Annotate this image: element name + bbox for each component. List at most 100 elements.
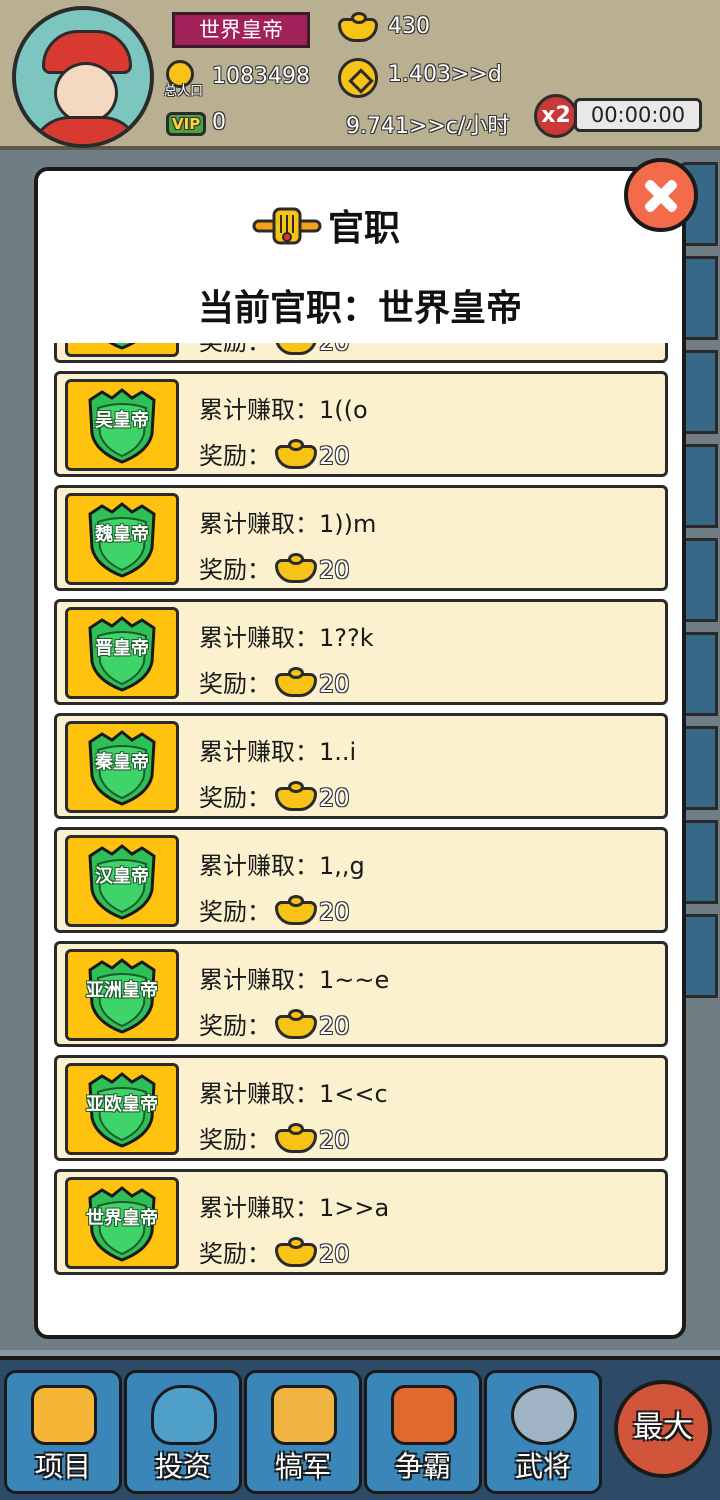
- rank-name: 世界皇帝: [86, 1208, 158, 1229]
- reward-label: 奖励：: [199, 442, 271, 470]
- gold-ingot-icon: [275, 1123, 317, 1153]
- reward-info: 奖励： 20: [199, 436, 350, 471]
- rank-list[interactable]: 蜀皇帝累计赚取：1**q奖励：20吴皇帝累计赚取：1((o奖励：20魏皇帝累计赚…: [54, 343, 672, 1285]
- population-label: 总人口: [164, 84, 204, 99]
- building-icon: [31, 1385, 97, 1445]
- earn-value: 1<<c: [319, 1080, 388, 1108]
- double-income-button[interactable]: x2: [534, 94, 578, 138]
- reward-label: 奖励：: [199, 556, 271, 584]
- earn-requirement: 累计赚取：1..i: [199, 732, 356, 767]
- reward-value: 20: [319, 784, 350, 812]
- tab-label: 武将: [514, 1450, 571, 1483]
- rank-row: 吴皇帝 累计赚取：1((o 奖励： 20: [54, 371, 668, 477]
- rank-row: 亚欧皇帝 累计赚取：1<<c 奖励： 20: [54, 1055, 668, 1161]
- population-value: 1083498: [212, 64, 310, 89]
- rank-row: 世界皇帝 累计赚取：1>>a 奖励： 20: [54, 1169, 668, 1275]
- rank-name: 晋皇帝: [95, 638, 149, 659]
- rank-rows: 蜀皇帝累计赚取：1**q奖励：20吴皇帝累计赚取：1((o奖励：20魏皇帝累计赚…: [54, 343, 672, 1283]
- gold-ingot-icon: [275, 1237, 317, 1267]
- rank-badge: 亚洲皇帝: [65, 949, 179, 1041]
- rank-row: 亚洲皇帝 累计赚取：1~~e 奖励： 20: [54, 941, 668, 1047]
- current-rank: 当前官职：世界皇帝: [197, 288, 522, 329]
- earn-requirement: 累计赚取：1>>a: [199, 1188, 389, 1223]
- gold-ingot-icon: [275, 1009, 317, 1039]
- gold-ingot-icon: [275, 895, 317, 925]
- gold-ingot-icon: [275, 439, 317, 469]
- earn-value: 1??k: [319, 624, 374, 652]
- rank-name: 汉皇帝: [95, 866, 149, 887]
- rank-badge: 汉皇帝: [65, 835, 179, 927]
- money-bag-icon: [151, 1385, 217, 1445]
- tab-reward-army[interactable]: 犒军: [244, 1370, 362, 1494]
- earn-label: 累计赚取：: [199, 966, 319, 994]
- rank-badge: 秦皇帝: [65, 721, 179, 813]
- gold-ingot-icon: [275, 667, 317, 697]
- reward-value: 20: [319, 1240, 350, 1268]
- rank-name: 秦皇帝: [95, 752, 149, 773]
- tab-label: 项目: [34, 1450, 91, 1483]
- reward-label: 奖励：: [199, 898, 271, 926]
- scroll-icon: [252, 207, 322, 245]
- earn-value: 1..i: [319, 738, 357, 766]
- reward-value: 20: [319, 1126, 350, 1154]
- reward-info: 奖励： 20: [199, 778, 350, 813]
- bottom-nav: 项目 投资 犒军 争霸 武将 最大: [0, 1356, 720, 1500]
- earn-requirement: 累计赚取：1~~e: [199, 960, 389, 995]
- income-rate: 9.741>>c/小时: [346, 114, 510, 139]
- reward-value: 20: [319, 1012, 350, 1040]
- rank-name: 吴皇帝: [95, 410, 149, 431]
- rank-row: 晋皇帝 累计赚取：1??k 奖励： 20: [54, 599, 668, 705]
- gold-ingot-icon: [275, 343, 317, 355]
- earn-value: 1))m: [319, 510, 377, 538]
- gold-ingot-icon: [275, 781, 317, 811]
- dialog-title: 官职: [328, 208, 401, 249]
- reward-label: 奖励：: [199, 670, 271, 698]
- rank-row: 蜀皇帝累计赚取：1**q奖励：20: [54, 343, 668, 363]
- rank-badge: 魏皇帝: [65, 493, 179, 585]
- reward-info: 奖励： 20: [199, 664, 350, 699]
- earn-label: 累计赚取：: [199, 510, 319, 538]
- max-button[interactable]: 最大: [614, 1380, 712, 1478]
- official-rank-dialog: 官职 当前官职：世界皇帝 蜀皇帝累计赚取：1**q奖励：20吴皇帝累计赚取：1(…: [34, 167, 686, 1339]
- tab-label: 犒军: [274, 1450, 331, 1483]
- reward-info: 奖励： 20: [199, 343, 350, 357]
- reward-label: 奖励：: [199, 1240, 271, 1268]
- rank-badge: 晋皇帝: [65, 607, 179, 699]
- reward-info: 奖励： 20: [199, 550, 350, 585]
- gold-ingot-icon: [338, 12, 378, 42]
- earn-requirement: 累计赚取：1((o: [199, 390, 368, 425]
- reward-label: 奖励：: [199, 784, 271, 812]
- tab-label: 争霸: [394, 1450, 451, 1483]
- reward-label: 奖励：: [199, 343, 271, 356]
- tab-generals[interactable]: 武将: [484, 1370, 602, 1494]
- tab-conquest[interactable]: 争霸: [364, 1370, 482, 1494]
- earn-requirement: 累计赚取：1))m: [199, 504, 376, 539]
- reward-value: 20: [319, 442, 350, 470]
- rank-name: 魏皇帝: [95, 524, 149, 545]
- banner-icon: [391, 1385, 457, 1445]
- rank-badge: 蜀皇帝: [65, 343, 179, 357]
- tab-invest[interactable]: 投资: [124, 1370, 242, 1494]
- reward-info: 奖励： 20: [199, 1234, 350, 1269]
- vip-level: 0: [212, 110, 226, 135]
- earn-label: 累计赚取：: [199, 1194, 319, 1222]
- rank-badge: 吴皇帝: [65, 379, 179, 471]
- earn-label: 累计赚取：: [199, 738, 319, 766]
- close-button[interactable]: [624, 158, 698, 232]
- tab-projects[interactable]: 项目: [4, 1370, 122, 1494]
- earn-requirement: 累计赚取：1,,g: [199, 846, 365, 881]
- player-avatar[interactable]: [12, 6, 154, 148]
- vip-icon[interactable]: VIP: [166, 110, 207, 136]
- earn-value: 1~~e: [319, 966, 390, 994]
- reward-info: 奖励： 20: [199, 892, 350, 927]
- rank-row: 魏皇帝 累计赚取：1))m 奖励： 20: [54, 485, 668, 591]
- top-status-bar: 世界皇帝 总人口 1083498 VIP 0 430 1.403>>d 9.74…: [0, 0, 720, 150]
- shield-icon: [108, 343, 136, 350]
- reward-value: 20: [319, 343, 350, 356]
- player-title: 世界皇帝: [172, 12, 310, 48]
- rank-badge: 世界皇帝: [65, 1177, 179, 1269]
- reward-info: 奖励： 20: [199, 1006, 350, 1041]
- general-helmet-icon: [511, 1385, 577, 1445]
- earn-label: 累计赚取：: [199, 396, 319, 424]
- earn-value: 1((o: [319, 396, 368, 424]
